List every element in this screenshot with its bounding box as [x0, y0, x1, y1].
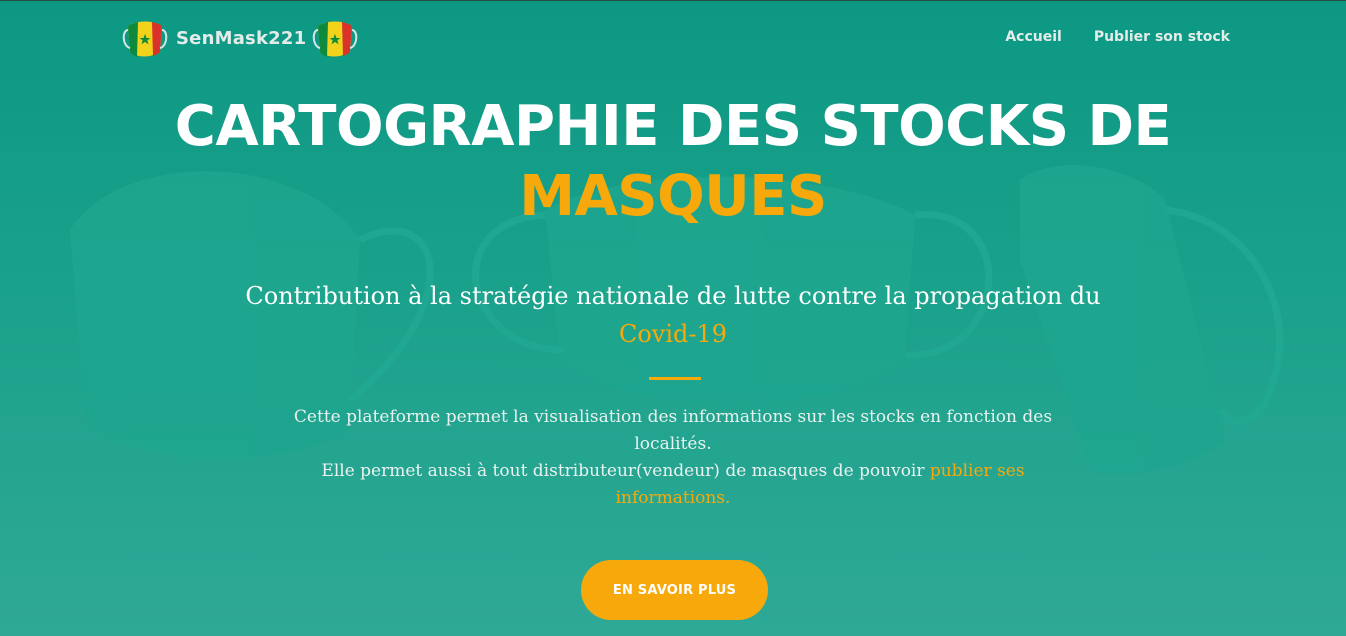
hero-title-line1: CARTOGRAPHIE DES STOCKS DE: [174, 94, 1172, 159]
hero-subtitle-text: Contribution à la stratégie nationale de…: [245, 282, 1101, 310]
navbar: SenMask221 Accueil Publier son stock: [0, 0, 1346, 78]
hero-description: Cette plateforme permet la visualisation…: [290, 404, 1056, 512]
hero-title-accent: MASQUES: [519, 164, 827, 229]
hero-subtitle-accent: Covid-19: [618, 320, 728, 348]
hero-description-line1: Cette plateforme permet la visualisation…: [293, 407, 1053, 454]
hero-title: CARTOGRAPHIE DES STOCKS DE MASQUES: [0, 92, 1346, 232]
brand-name: SenMask221: [176, 27, 307, 49]
brand-logo[interactable]: SenMask221: [122, 16, 358, 60]
senegal-flag-mask-icon: [122, 21, 168, 57]
hero-description-line2: Elle permet aussi à tout distributeur(ve…: [321, 461, 925, 481]
senegal-flag-mask-icon: [313, 21, 358, 57]
learn-more-button[interactable]: EN SAVOIR PLUS: [581, 560, 768, 620]
hero-subtitle: Contribution à la stratégie nationale de…: [200, 277, 1146, 353]
nav-link-publier-stock[interactable]: Publier son stock: [1094, 29, 1230, 45]
nav-links: Accueil Publier son stock: [1005, 29, 1230, 45]
nav-link-accueil[interactable]: Accueil: [1005, 29, 1062, 45]
hero-divider: [649, 377, 701, 380]
